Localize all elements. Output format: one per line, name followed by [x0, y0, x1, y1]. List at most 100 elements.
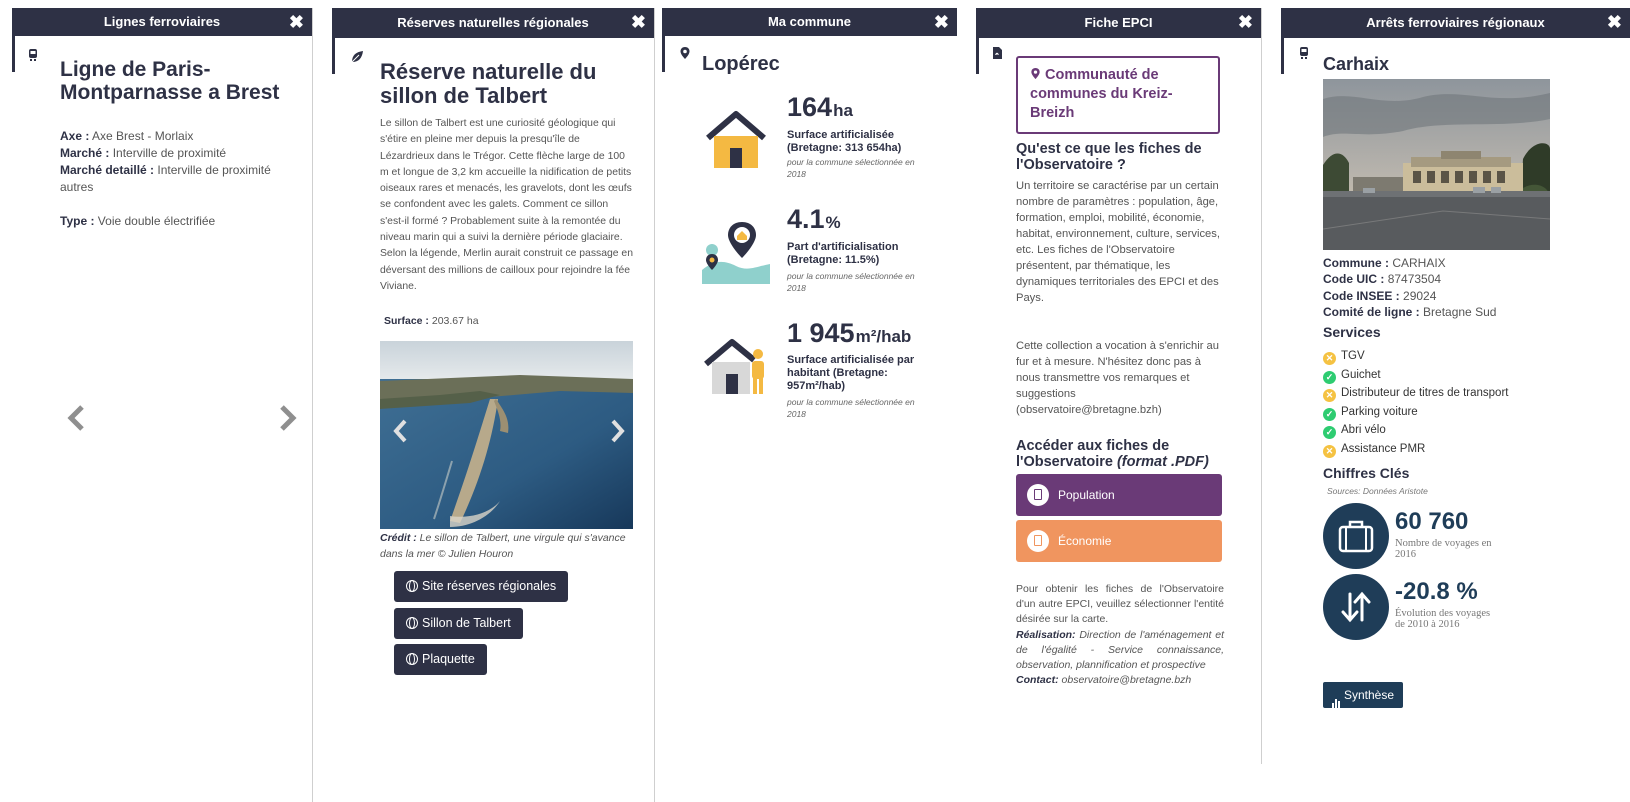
- site-reserves-button[interactable]: Site réserves régionales: [394, 571, 569, 602]
- axe-label: Axe :: [60, 129, 90, 143]
- house-icon: [706, 111, 766, 168]
- close-icon[interactable]: ✖: [631, 8, 646, 36]
- panel-arrets-ferroviaires: Arrêts ferroviaires régionaux ✖ Carhaix: [1281, 8, 1630, 802]
- marche-detail-label: Marché detaillé :: [60, 163, 155, 177]
- panel-ma-commune: Ma commune ✖ Lopérec 164ha Surface artif…: [662, 8, 957, 802]
- kpi-circle: [1323, 574, 1389, 640]
- synthese-button[interactable]: Synthèse: [1323, 682, 1404, 709]
- tab-edge: [662, 36, 665, 72]
- unavailable-icon: ✕: [1323, 352, 1336, 365]
- stat-label: Part d'artificialisation (Bretagne: 11.5…: [787, 241, 899, 266]
- commune-name: Lopérec: [702, 53, 780, 75]
- house-person-icon: [704, 339, 764, 394]
- contact-value[interactable]: observatoire@bretagne.bzh: [1062, 674, 1192, 686]
- close-icon[interactable]: ✖: [1238, 8, 1253, 36]
- train-icon: [29, 49, 37, 61]
- type-value: Voie double électrifiée: [97, 214, 216, 228]
- leaf-icon: [351, 51, 363, 63]
- value-unit: ha: [833, 101, 853, 120]
- data-source: Sources: Données Aristote: [1327, 486, 1428, 496]
- surface-label: Surface :: [384, 315, 429, 327]
- close-icon[interactable]: ✖: [1607, 8, 1622, 36]
- button-label: Population: [1058, 488, 1115, 502]
- service-item: ✓ Abri vélo: [1323, 422, 1386, 439]
- button-label: Économie: [1058, 534, 1112, 548]
- tab-edge: [332, 38, 335, 74]
- insee-label: Code INSEE :: [1323, 288, 1400, 303]
- sillon-talbert-button[interactable]: Sillon de Talbert: [394, 608, 523, 639]
- stat-note: pour la commune sélectionnée en 2018: [787, 271, 915, 293]
- line-heading: Ligne de Paris-Montparnasse a Brest: [60, 58, 280, 104]
- plaquette-button[interactable]: Plaquette: [394, 644, 487, 675]
- train-icon: [1300, 47, 1308, 59]
- close-icon[interactable]: ✖: [289, 8, 304, 36]
- marche-value: Interville de proximité: [112, 146, 227, 160]
- station-image: [1323, 79, 1550, 250]
- chevron-left-icon[interactable]: [66, 404, 86, 432]
- stat-note: pour la commune sélectionnée en 2018: [787, 397, 915, 419]
- stat-value: 4.1%: [787, 204, 841, 235]
- service-label: Abri vélo: [1341, 424, 1386, 436]
- stat-value: 1 945m²/hab: [787, 318, 911, 349]
- commune-value: CARHAIX: [1392, 256, 1446, 270]
- map-pin-landscape-icon: [702, 222, 770, 284]
- button-label: Site réserves régionales: [422, 579, 557, 593]
- contact-label: Contact:: [1016, 674, 1059, 687]
- chevron-right-icon[interactable]: [278, 404, 298, 432]
- type-label: Type :: [60, 214, 95, 228]
- surface-row: Surface : 203.67 ha: [384, 315, 479, 327]
- kpi-value: 60 760: [1395, 508, 1469, 535]
- economie-pdf-button[interactable]: Économie: [1016, 520, 1222, 562]
- service-item: ✕ TGV: [1323, 348, 1365, 365]
- panel-title: Ma commune: [767, 14, 852, 29]
- panel-title: Arrêts ferroviaires régionaux: [1366, 15, 1545, 30]
- panel-divider: [1261, 8, 1262, 764]
- insee-value: 29024: [1403, 288, 1437, 303]
- button-label: Synthèse: [1344, 688, 1395, 702]
- kpi-description: Évolution des voyages de 2010 à 2016: [1395, 608, 1491, 630]
- tab-edge: [976, 38, 979, 74]
- population-pdf-button[interactable]: Population: [1016, 474, 1222, 516]
- stat-label: Surface artificialisée par habitant (Bre…: [787, 354, 915, 392]
- check-icon: ✓: [1323, 408, 1336, 421]
- panel-header: Fiche EPCI ✖: [976, 8, 1261, 38]
- service-label: Distributeur de titres de transport: [1341, 387, 1509, 399]
- access-format: (format .PDF): [1116, 454, 1209, 470]
- stat-value: 164ha: [787, 92, 853, 123]
- check-icon: ✓: [1323, 426, 1336, 439]
- marche-label: Marché :: [60, 146, 110, 160]
- panel-divider: [312, 8, 313, 802]
- foot-text: Pour obtenir les fiches de l'Observatoir…: [1016, 583, 1224, 626]
- panel-header: Arrêts ferroviaires régionaux ✖: [1281, 8, 1630, 38]
- service-label: TGV: [1341, 350, 1365, 362]
- value-number: 1 945: [787, 318, 855, 348]
- up-down-arrows-icon: [1341, 591, 1371, 623]
- tab-edge: [12, 36, 15, 72]
- chevron-right-icon[interactable]: [610, 419, 626, 443]
- service-label: Assistance PMR: [1341, 443, 1426, 455]
- panel-fiche-epci: Fiche EPCI ✖ Communauté de communes du K…: [976, 8, 1261, 802]
- panel-lignes-ferroviaires: Lignes ferroviaires ✖ Ligne de Paris-Mon…: [12, 8, 312, 802]
- stat-label: Surface artificialisée (Bretagne: 313 65…: [787, 129, 902, 154]
- surface-value: 203.67 ha: [431, 315, 479, 327]
- value-number: 164: [787, 92, 833, 122]
- service-item: ✕ Distributeur de titres de transport: [1323, 385, 1509, 402]
- service-label: Parking voiture: [1341, 406, 1418, 418]
- button-label: Plaquette: [422, 652, 475, 666]
- question-heading: Qu'est ce que les fiches de l'Observatoi…: [1016, 141, 1202, 173]
- realisation-label: Réalisation:: [1016, 628, 1076, 641]
- close-icon[interactable]: ✖: [934, 8, 949, 36]
- unavailable-icon: ✕: [1323, 389, 1336, 402]
- chevron-left-icon[interactable]: [392, 419, 408, 443]
- reserve-photo: [380, 341, 633, 529]
- service-label: Guichet: [1341, 369, 1381, 381]
- chiffres-heading: Chiffres Clés: [1323, 465, 1410, 481]
- services-heading: Services: [1323, 324, 1381, 340]
- credit-label: Crédit :: [380, 532, 417, 544]
- sillon-aerial-image: [380, 341, 633, 529]
- uic-label: Code UIC :: [1323, 272, 1385, 287]
- tab-edge: [1281, 38, 1284, 74]
- pdf-icon: [1027, 484, 1049, 506]
- service-item: ✓ Guichet: [1323, 367, 1381, 384]
- uic-value: 87473504: [1387, 272, 1442, 287]
